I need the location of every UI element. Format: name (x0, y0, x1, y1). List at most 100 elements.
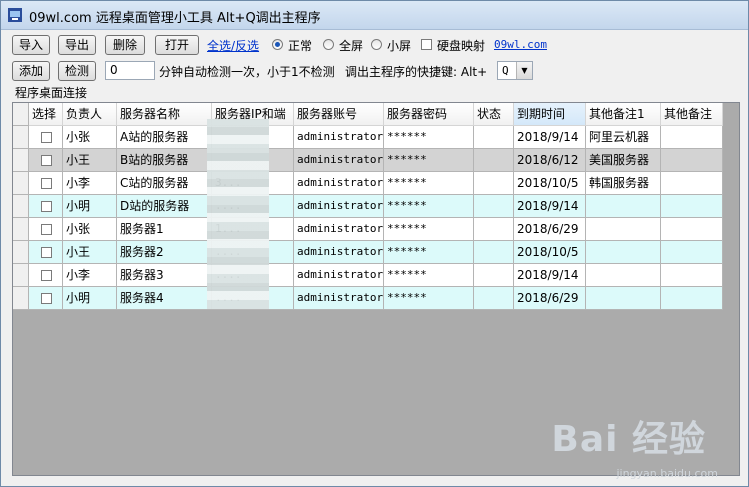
table-cell[interactable]: 2018/10/5 (514, 241, 586, 264)
table-cell[interactable]: administrator (294, 218, 384, 241)
table-cell[interactable] (586, 218, 661, 241)
table-cell[interactable]: administrator (294, 287, 384, 310)
row-header[interactable] (13, 287, 29, 310)
table-row[interactable]: 小张服务器11...administrator******2018/6/29 (13, 218, 723, 241)
table-cell[interactable]: D站的服务器 (117, 195, 212, 218)
column-header[interactable]: 负责人 (63, 103, 117, 126)
table-cell[interactable]: C站的服务器 (117, 172, 212, 195)
table-cell[interactable] (586, 264, 661, 287)
column-header[interactable]: 服务器名称 (117, 103, 212, 126)
row-header[interactable] (13, 264, 29, 287)
row-header[interactable] (13, 126, 29, 149)
table-cell[interactable]: 小李 (63, 264, 117, 287)
table-cell[interactable]: 服务器2 (117, 241, 212, 264)
import-button[interactable]: 导入 (12, 35, 50, 55)
open-button[interactable]: 打开 (155, 35, 199, 55)
export-button[interactable]: 导出 (58, 35, 96, 55)
row-header[interactable] (13, 241, 29, 264)
table-cell[interactable]: 小王 (63, 241, 117, 264)
select-cell[interactable] (29, 287, 63, 310)
table-cell[interactable]: administrator (294, 195, 384, 218)
table-cell[interactable] (474, 264, 514, 287)
column-header[interactable]: 选择 (29, 103, 63, 126)
table-row[interactable]: 小王 B站的服务器 administrator ****** 2018/6/12 美国服务… (13, 149, 723, 172)
table-cell[interactable] (586, 241, 661, 264)
select-cell[interactable] (29, 195, 63, 218)
mode-fullscreen-radio[interactable] (323, 39, 334, 50)
table-cell[interactable] (474, 195, 514, 218)
table-cell[interactable]: 服务器4 (117, 287, 212, 310)
table-cell[interactable] (661, 218, 723, 241)
table-cell[interactable]: 韩国服务器 (586, 172, 661, 195)
add-button[interactable]: 添加 (12, 61, 50, 81)
table-cell[interactable]: 服务器3 (117, 264, 212, 287)
column-header[interactable]: 其他备注1 (586, 103, 661, 126)
mode-small-radio[interactable] (371, 39, 382, 50)
row-checkbox[interactable] (41, 247, 52, 258)
check-button[interactable]: 检测 (58, 61, 96, 81)
table-cell[interactable] (661, 126, 723, 149)
delete-button[interactable]: 删除 (105, 35, 145, 55)
table-cell[interactable]: 2018/6/12 (514, 149, 586, 172)
table-row[interactable]: 小明服务器4....administrator******2018/6/29 (13, 287, 723, 310)
table-cell[interactable] (586, 287, 661, 310)
table-cell[interactable] (661, 172, 723, 195)
row-header[interactable] (13, 149, 29, 172)
row-header[interactable] (13, 218, 29, 241)
interval-input[interactable]: 0 (105, 61, 155, 80)
table-cell[interactable]: administrator (294, 241, 384, 264)
table-cell[interactable]: 小李 (63, 172, 117, 195)
table-cell[interactable]: B站的服务器 (117, 149, 212, 172)
row-checkbox[interactable] (41, 178, 52, 189)
row-checkbox[interactable] (41, 132, 52, 143)
table-cell[interactable]: 小明 (63, 287, 117, 310)
table-cell[interactable]: ****** (384, 149, 474, 172)
row-checkbox[interactable] (41, 155, 52, 166)
row-header[interactable] (13, 195, 29, 218)
table-cell[interactable]: administrator (294, 126, 384, 149)
column-header[interactable]: 服务器密码 (384, 103, 474, 126)
select-cell[interactable] (29, 172, 63, 195)
site-link[interactable]: 09wl.com (494, 38, 547, 51)
chevron-down-icon[interactable]: ▼ (516, 62, 532, 79)
table-cell[interactable]: 2018/6/29 (514, 287, 586, 310)
table-cell[interactable]: 2018/9/14 (514, 264, 586, 287)
column-header[interactable]: 状态 (474, 103, 514, 126)
column-header[interactable]: 其他备注 (661, 103, 723, 126)
row-checkbox[interactable] (41, 293, 52, 304)
table-cell[interactable] (661, 241, 723, 264)
table-cell[interactable] (474, 241, 514, 264)
select-cell[interactable] (29, 126, 63, 149)
column-header[interactable]: 到期时间 (514, 103, 586, 126)
row-checkbox[interactable] (41, 270, 52, 281)
table-cell[interactable]: administrator (294, 149, 384, 172)
table-cell[interactable] (474, 218, 514, 241)
row-checkbox[interactable] (41, 201, 52, 212)
table-cell[interactable] (474, 287, 514, 310)
table-cell[interactable]: 2018/10/5 (514, 172, 586, 195)
table-cell[interactable]: ****** (384, 195, 474, 218)
table-cell[interactable]: A站的服务器 (117, 126, 212, 149)
table-cell[interactable]: administrator (294, 172, 384, 195)
table-cell[interactable]: 小张 (63, 218, 117, 241)
table-row[interactable]: 小李服务器3....administrator******2018/9/14 (13, 264, 723, 287)
table-cell[interactable]: ****** (384, 172, 474, 195)
table-cell[interactable]: ****** (384, 264, 474, 287)
select-cell[interactable] (29, 264, 63, 287)
disk-map-checkbox[interactable] (421, 39, 432, 50)
row-checkbox[interactable] (41, 224, 52, 235)
table-cell[interactable]: 2018/9/14 (514, 195, 586, 218)
table-cell[interactable]: ****** (384, 287, 474, 310)
table-cell[interactable]: administrator (294, 264, 384, 287)
table-cell[interactable]: 小王 (63, 149, 117, 172)
table-cell[interactable]: ****** (384, 218, 474, 241)
table-row[interactable]: 小李C站的服务器3...administrator******2018/10/5… (13, 172, 723, 195)
table-cell[interactable] (661, 195, 723, 218)
table-cell[interactable] (661, 264, 723, 287)
table-cell[interactable]: 小明 (63, 195, 117, 218)
table-cell[interactable]: 美国服务器 (586, 149, 661, 172)
hotkey-select[interactable]: Q ▼ (497, 61, 533, 80)
table-row[interactable]: 小张 A站的服务器 administrator ****** 2018/9/14 阿里云机… (13, 126, 723, 149)
select-cell[interactable] (29, 241, 63, 264)
table-cell[interactable]: 小张 (63, 126, 117, 149)
